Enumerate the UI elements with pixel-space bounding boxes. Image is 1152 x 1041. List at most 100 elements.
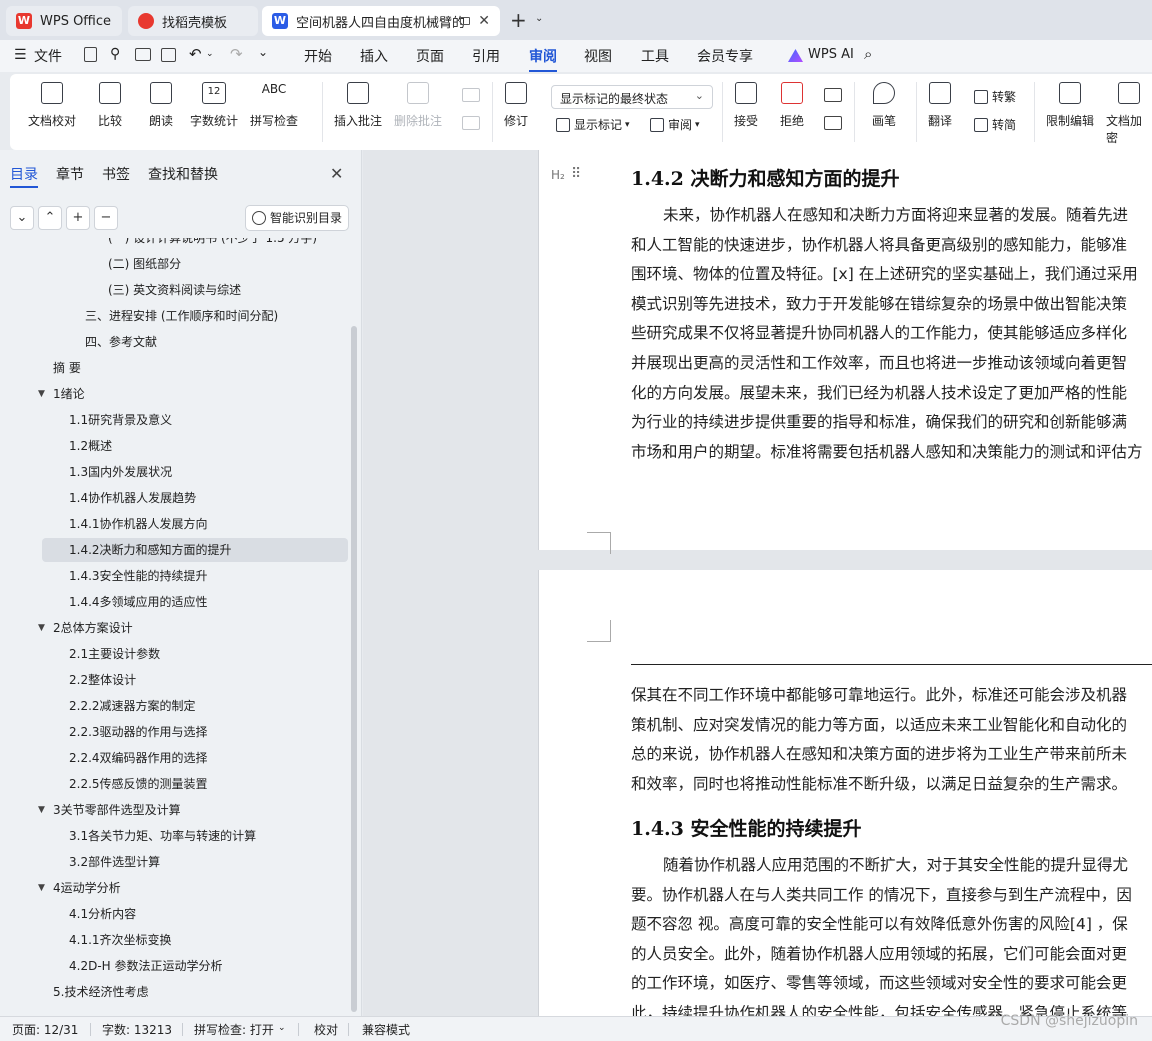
tab-bookmarks[interactable]: 书签 <box>102 164 130 184</box>
caret-down-icon[interactable]: ▼ <box>38 798 45 822</box>
new-tab-button[interactable]: + <box>510 8 527 32</box>
toc-item[interactable]: 三、进程安排 (工作顺序和时间分配) <box>42 304 348 328</box>
save-icon[interactable] <box>84 47 97 62</box>
expand-chevron-icon[interactable]: ⌃ <box>38 206 62 230</box>
delete-comment-button[interactable]: 删除批注 <box>394 82 442 129</box>
toc-item[interactable]: 4.2D-H 参数法正运动学分析 <box>42 954 348 978</box>
toc-item[interactable]: 2.2.2减速器方案的制定 <box>42 694 348 718</box>
toc-item[interactable]: (三) 英文资料阅读与综述 <box>42 278 348 302</box>
chevron-down-icon[interactable]: ⌄ <box>278 1023 286 1033</box>
to-traditional-button[interactable]: 转繁 <box>974 88 1016 105</box>
spell-check-status[interactable]: 拼写检查: 打开 <box>194 1021 274 1038</box>
menu-page[interactable]: 页面 <box>416 46 444 66</box>
toc-item[interactable]: 4.1分析内容 <box>42 902 348 926</box>
menu-wps-ai[interactable]: WPS AI <box>808 47 854 62</box>
tab-document[interactable]: W 空间机器人四自由度机械臂的 ✕ <box>262 6 500 36</box>
print-preview-icon[interactable] <box>161 48 176 62</box>
spell-check-button[interactable]: ABC 拼写检查 <box>250 82 298 129</box>
toc-item[interactable]: ▼ 4运动学分析 <box>38 876 348 900</box>
toc-item[interactable]: (一) 设计计算说明书 (不少于 1.5 万字) <box>42 238 348 250</box>
toc-item[interactable]: 1.4.4多领域应用的适应性 <box>42 590 348 614</box>
tab-list-chevron-icon[interactable]: ⌄ <box>535 13 543 24</box>
proofread-status[interactable]: 校对 <box>314 1021 338 1038</box>
word-count-status[interactable]: 字数: 13213 <box>102 1021 172 1038</box>
toc-item[interactable]: 3.2部件选型计算 <box>42 850 348 874</box>
reject-button[interactable]: 拒绝 <box>780 82 804 129</box>
more-chevron-icon[interactable]: ⌄ <box>258 45 268 59</box>
review-pane-button[interactable]: 审阅 ▾ <box>650 116 700 133</box>
toc-item[interactable]: 2.2.3驱动器的作用与选择 <box>42 720 348 744</box>
toc-item[interactable]: ▼ 3关节零部件选型及计算 <box>38 798 348 822</box>
toc-item[interactable]: 4.1.1齐次坐标变换 <box>42 928 348 952</box>
print-icon[interactable] <box>135 48 151 61</box>
menu-tools[interactable]: 工具 <box>641 46 669 66</box>
toc-item[interactable]: 3.1各关节力矩、功率与转速的计算 <box>42 824 348 848</box>
prev-change-icon[interactable] <box>824 88 842 102</box>
toc-item[interactable]: ▼ 2总体方案设计 <box>38 616 348 640</box>
to-simplified-button[interactable]: 转简 <box>974 116 1016 133</box>
toc-item[interactable]: (二) 图纸部分 <box>42 252 348 276</box>
search-icon[interactable]: ⌕ <box>864 45 872 63</box>
link-icon[interactable]: ⚲ <box>110 46 120 62</box>
toc-item[interactable]: 5.技术经济性考虑 <box>42 980 348 1004</box>
close-tab-icon[interactable]: ✕ <box>478 13 490 29</box>
toc-item[interactable]: 1.4.1协作机器人发展方向 <box>42 512 348 536</box>
toc-item[interactable]: 摘 要 <box>42 356 348 380</box>
menu-member[interactable]: 会员专享 <box>697 46 753 66</box>
hamburger-icon[interactable]: ☰ <box>14 47 27 63</box>
redo-icon[interactable]: ↷ <box>230 45 243 63</box>
toc-item[interactable]: 1.4协作机器人发展趋势 <box>42 486 348 510</box>
undo-icon[interactable]: ↶ <box>189 45 202 63</box>
tab-wps-office[interactable]: W WPS Office <box>6 6 122 36</box>
collapse-chevron-icon[interactable]: ⌄ <box>10 206 34 230</box>
prev-comment-icon[interactable] <box>462 88 480 102</box>
remove-heading-icon[interactable]: − <box>94 206 118 230</box>
read-aloud-button[interactable]: 朗读 <box>149 82 173 129</box>
word-count-button[interactable]: 12 字数统计 <box>190 82 238 129</box>
toc-item[interactable]: 四、参考文献 <box>42 330 348 354</box>
translate-button[interactable]: 翻译 <box>928 82 952 129</box>
tab-chapters[interactable]: 章节 <box>56 164 84 184</box>
toc-item[interactable]: 2.2.4双编码器作用的选择 <box>42 746 348 770</box>
tab-toc[interactable]: 目录 <box>10 164 38 184</box>
next-comment-icon[interactable] <box>462 116 480 130</box>
toc-item[interactable]: 1.2概述 <box>42 434 348 458</box>
compare-button[interactable]: 比较 <box>98 82 122 129</box>
accept-button[interactable]: 接受 <box>734 82 758 129</box>
tab-find-replace[interactable]: 查找和替换 <box>148 164 218 184</box>
undo-dropdown-icon[interactable]: ⌄ <box>206 49 214 59</box>
menu-view[interactable]: 视图 <box>584 46 612 66</box>
toc-item[interactable]: 1.3国内外发展状况 <box>42 460 348 484</box>
toc-item[interactable]: 2.2整体设计 <box>42 668 348 692</box>
doc-check-button[interactable]: 文档校对 <box>28 82 76 129</box>
page-indicator[interactable]: 页面: 12/31 <box>12 1021 78 1038</box>
tab-docer[interactable]: 找稻壳模板 <box>128 6 258 36</box>
show-markup-button[interactable]: 显示标记 ▾ <box>556 116 630 133</box>
toc-item[interactable]: 1.4.2决断力和感知方面的提升 <box>42 538 348 562</box>
menu-insert[interactable]: 插入 <box>360 46 388 66</box>
doc-encrypt-button[interactable]: 文档加密 <box>1106 82 1152 146</box>
toc-item[interactable]: 1.4.3安全性能的持续提升 <box>42 564 348 588</box>
revise-button[interactable]: 修订 <box>504 82 528 129</box>
restrict-edit-button[interactable]: 限制编辑 <box>1046 82 1094 129</box>
toc-item[interactable]: 2.1主要设计参数 <box>42 642 348 666</box>
smart-toc-button[interactable]: 智能识别目录 <box>245 205 349 231</box>
toc-item[interactable]: ▼ 1绪论 <box>38 382 348 406</box>
window-icon[interactable] <box>460 17 470 25</box>
menu-file[interactable]: 文件 <box>34 46 62 66</box>
next-change-icon[interactable] <box>824 116 842 130</box>
pen-button[interactable]: 画笔 <box>872 82 896 129</box>
caret-down-icon[interactable]: ▼ <box>38 876 45 900</box>
insert-comment-button[interactable]: 插入批注 <box>334 82 382 129</box>
drag-handle-icon[interactable]: ⠿ <box>571 166 581 182</box>
toc-item[interactable]: 2.2.5传感反馈的测量装置 <box>42 772 348 796</box>
menu-home[interactable]: 开始 <box>304 46 332 66</box>
caret-down-icon[interactable]: ▼ <box>38 382 45 406</box>
menu-review[interactable]: 审阅 <box>529 46 557 72</box>
toc-item[interactable]: 1.1研究背景及意义 <box>42 408 348 432</box>
sidebar-scrollbar[interactable] <box>351 326 357 1012</box>
close-icon[interactable]: ✕ <box>330 164 343 183</box>
display-mode-select[interactable]: 显示标记的最终状态 ⌄ <box>551 85 713 109</box>
menu-references[interactable]: 引用 <box>472 46 500 66</box>
add-heading-icon[interactable]: + <box>66 206 90 230</box>
